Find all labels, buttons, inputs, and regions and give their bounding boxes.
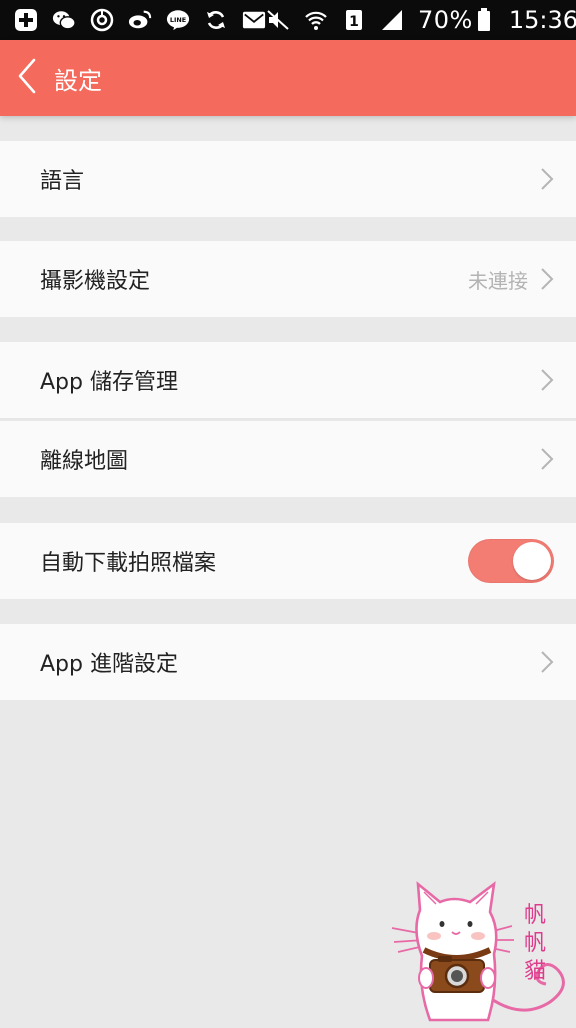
chevron-right-icon [540,267,554,291]
settings-item-label: App 進階設定 [40,652,178,677]
row-right: 未連接 [468,265,554,294]
toggle-knob [513,542,551,580]
app-header: 設定 [0,40,576,116]
page-title: 設定 [54,66,102,95]
mail-icon [242,8,266,32]
row-right [468,539,554,583]
line-icon: LINE [166,8,190,32]
status-bar: LINE 1 70% 15:36 [0,0,576,40]
back-button[interactable] [2,40,52,116]
battery-icon [477,8,491,32]
settings-item-language[interactable]: 語言 [0,141,576,217]
chevron-left-icon [16,58,38,98]
settings-item-camera[interactable]: 攝影機設定 未連接 [0,241,576,317]
mute-icon [266,8,290,32]
alarm-icon [90,8,114,32]
status-bar-notifications: LINE [14,8,266,32]
weibo-icon [128,8,152,32]
settings-item-label: App 儲存管理 [40,370,178,395]
camera-status-value: 未連接 [468,268,528,293]
settings-item-label: 自動下載拍照檔案 [40,551,217,576]
settings-item-label: 離線地圖 [40,449,129,474]
plus-icon [14,8,38,32]
chevron-right-icon [540,167,554,191]
watermark-text-2: 帆 [524,931,546,956]
auto-download-toggle[interactable] [468,539,554,583]
status-bar-system: 1 70% 15:36 [266,6,576,34]
settings-item-label: 語言 [40,169,85,194]
divider [0,418,576,420]
settings-item-auto-download: 自動下載拍照檔案 [0,523,576,599]
row-right [540,650,554,674]
settings-item-offline-map[interactable]: 離線地圖 [0,421,576,497]
watermark-text-3: 貓 [524,959,546,984]
clock: 15:36 [508,6,576,34]
row-right [540,447,554,471]
sim-icon: 1 [342,8,366,32]
chevron-right-icon [540,368,554,392]
signal-icon [380,8,404,32]
settings-item-storage[interactable]: App 儲存管理 [0,342,576,418]
battery-percent: 70% [418,6,473,34]
watermark-text-1: 帆 [524,903,546,928]
wechat-icon [52,8,76,32]
chevron-right-icon [540,650,554,674]
settings-item-label: 攝影機設定 [40,269,151,294]
sim-label: 1 [349,14,359,30]
svg-text:LINE: LINE [170,16,186,24]
settings-item-advanced[interactable]: App 進階設定 [0,624,576,700]
chevron-right-icon [540,447,554,471]
row-right [540,368,554,392]
row-right [540,167,554,191]
cat-watermark: 帆 帆 貓 [390,870,576,1024]
wifi-icon [304,8,328,32]
sync-icon [204,8,228,32]
